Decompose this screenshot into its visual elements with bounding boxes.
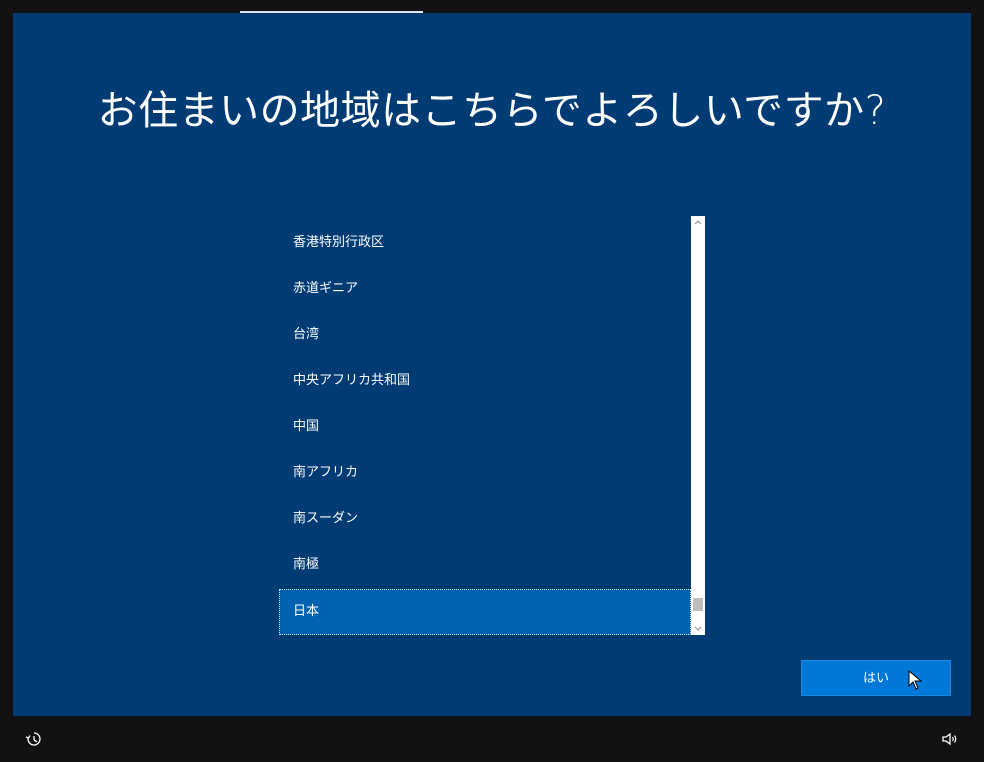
list-item[interactable]: 南スーダン	[279, 496, 691, 542]
mouse-cursor-icon	[908, 670, 922, 690]
scroll-down-icon[interactable]	[691, 623, 705, 635]
scroll-up-icon[interactable]	[691, 216, 705, 228]
oobe-screen: お住まいの地域はこちらでよろしいですか? 香港特別行政区 赤道ギニア 台湾 中央…	[0, 0, 984, 762]
yes-button[interactable]: はい	[801, 660, 951, 696]
list-item[interactable]: 中国	[279, 404, 691, 450]
ease-of-access-icon[interactable]	[24, 729, 44, 749]
region-list[interactable]: 香港特別行政区 赤道ギニア 台湾 中央アフリカ共和国 中国 南アフリカ 南スーダ…	[279, 216, 705, 635]
list-scrollbar[interactable]	[691, 216, 705, 635]
list-item[interactable]: 台湾	[279, 312, 691, 358]
list-item[interactable]: 南極	[279, 542, 691, 588]
chevron-down-icon	[694, 626, 702, 631]
list-item[interactable]: 南アフリカ	[279, 450, 691, 496]
chevron-up-icon	[694, 220, 702, 225]
list-item[interactable]: 中央アフリカ共和国	[279, 358, 691, 404]
list-item[interactable]: 赤道ギニア	[279, 266, 691, 312]
list-item[interactable]: 香港特別行政区	[279, 220, 691, 266]
progress-indicator	[240, 11, 423, 13]
volume-icon[interactable]	[940, 729, 960, 749]
list-item-selected[interactable]: 日本	[279, 589, 691, 635]
scroll-thumb[interactable]	[693, 598, 703, 611]
page-title: お住まいの地域はこちらでよろしいですか?	[97, 88, 887, 134]
